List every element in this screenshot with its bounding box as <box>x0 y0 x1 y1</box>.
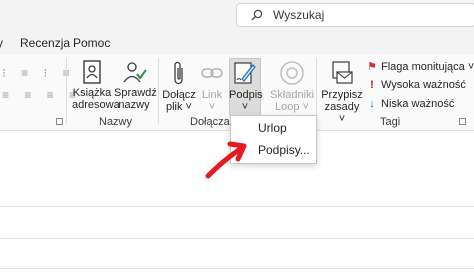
assign-policy-label-2: zasady ˅ <box>324 101 360 125</box>
title-bar: Wyszukaj <box>0 0 474 32</box>
loop-label-2: Loop ˅ <box>275 101 309 113</box>
check-names-button[interactable]: Sprawdź nazwy <box>114 60 157 111</box>
group-label-tags: Tagi <box>380 116 401 128</box>
font-group-launcher[interactable] <box>56 118 63 125</box>
loop-label-1: Składniki <box>270 89 315 101</box>
follow-up-label: Flaga monitująca ˅ <box>381 61 474 73</box>
search-placeholder: Wyszukaj <box>273 8 325 22</box>
high-importance-button[interactable]: ! Wysoka ważność <box>366 79 466 91</box>
link-label-2: ˅ <box>208 101 216 113</box>
search-icon <box>251 9 263 21</box>
link-button[interactable]: Link ˅ <box>196 60 228 113</box>
paperclip-icon <box>174 61 183 85</box>
low-importance-label: Niska ważność <box>381 98 455 110</box>
search-box[interactable]: Wyszukaj <box>236 3 474 27</box>
address-book-icon <box>83 60 101 84</box>
format-controls-partial-2: ≡ ≡ ≡ ≡ <box>2 88 83 102</box>
link-icon <box>201 68 223 78</box>
tab-review[interactable]: Recenzja <box>20 36 70 50</box>
check-names-label-2: nazwy <box>118 99 150 111</box>
attach-file-button[interactable]: Dołącz plik ˅ <box>162 60 196 113</box>
check-names-icon <box>123 62 147 83</box>
loop-icon <box>280 61 304 85</box>
high-importance-label: Wysoka ważność <box>381 79 466 91</box>
low-importance-button[interactable]: ↓ Niska ważność <box>366 98 454 110</box>
high-importance-icon: ! <box>370 79 374 91</box>
divider <box>0 238 474 239</box>
attach-file-label-1: Dołącz <box>162 89 196 101</box>
low-importance-icon: ↓ <box>369 98 375 110</box>
group-label-names: Nazwy <box>99 116 133 128</box>
address-book-label-1: Książka <box>72 87 112 99</box>
flag-icon: ⚑ <box>367 61 377 73</box>
loop-components-button[interactable]: Składniki Loop ˅ <box>270 60 314 113</box>
attach-file-label-2: plik ˅ <box>166 101 192 113</box>
tab-partial[interactable]: y <box>0 36 3 50</box>
separator <box>66 58 67 124</box>
assign-policy-button[interactable]: Przypisz zasady ˅ <box>320 60 364 125</box>
signature-label-1: Podpis <box>229 89 263 101</box>
separator <box>158 58 159 124</box>
follow-up-flag-button[interactable]: ⚑ Flaga monitująca ˅ <box>366 60 474 73</box>
address-book-label-2: adresowa <box>72 99 120 111</box>
ribbon-tabs: y Recenzja Pomoc <box>0 32 474 54</box>
divider <box>0 268 474 269</box>
assign-policy-label-1: Przypisz <box>321 89 363 101</box>
format-controls-partial: ⁝ ≡ ⁝ ≡ <box>2 66 76 80</box>
signature-label-2: ˅ <box>241 101 249 113</box>
divider <box>0 206 474 207</box>
link-label-1: Link <box>201 89 223 101</box>
tags-group-launcher[interactable] <box>459 118 466 125</box>
assign-policy-icon <box>332 61 353 84</box>
signature-pen-icon <box>234 62 256 84</box>
tab-help[interactable]: Pomoc <box>73 36 110 50</box>
signature-button[interactable]: Podpis ˅ <box>229 60 263 113</box>
signature-item-signatures[interactable]: Podpisy... <box>258 143 310 157</box>
check-names-label-1: Sprawdź <box>114 87 157 99</box>
red-arrow-annotation <box>205 141 247 179</box>
address-book-button[interactable]: Książka adresowa <box>72 60 120 111</box>
signature-item-vacation[interactable]: Urlop <box>258 121 287 135</box>
